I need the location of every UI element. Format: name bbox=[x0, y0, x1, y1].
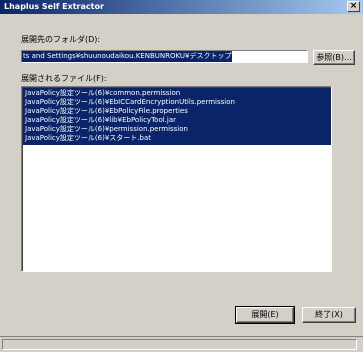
file-list[interactable]: JavaPolicy設定ツール(6)¥common.permission Jav… bbox=[21, 86, 332, 272]
close-button[interactable]: × bbox=[347, 1, 360, 12]
file-list-item[interactable]: JavaPolicy設定ツール(6)¥permission.permission bbox=[23, 125, 331, 134]
file-list-item[interactable]: JavaPolicy設定ツール(6)¥lib¥EbPolicyTool.jar bbox=[23, 116, 331, 125]
destination-folder-label: 展開先のフォルダ(D): bbox=[21, 35, 101, 44]
status-bar bbox=[0, 336, 363, 352]
file-list-item[interactable]: JavaPolicy設定ツール(6)¥common.permission bbox=[23, 89, 331, 98]
file-list-item[interactable]: JavaPolicy設定ツール(6)¥EbICCardEncryptionUti… bbox=[23, 98, 331, 107]
files-to-extract-label: 展開されるファイル(F): bbox=[21, 74, 107, 83]
extract-button[interactable]: 展開(E) bbox=[235, 306, 295, 324]
destination-folder-value: ts and Settings¥shuunoudaikou.KENBUNROKU… bbox=[22, 51, 233, 62]
close-icon: × bbox=[349, 1, 358, 11]
file-list-inner: JavaPolicy設定ツール(6)¥common.permission Jav… bbox=[22, 87, 331, 271]
exit-button[interactable]: 終了(X) bbox=[302, 307, 356, 323]
browse-button[interactable]: 参照(B)... bbox=[313, 50, 355, 65]
file-list-item[interactable]: JavaPolicy設定ツール(6)¥EbPolicyFile.properti… bbox=[23, 107, 331, 116]
extractor-window: Lhaplus Self Extractor × 展開先のフォルダ(D): ts… bbox=[0, 0, 363, 352]
title-bar[interactable]: Lhaplus Self Extractor × bbox=[0, 0, 363, 14]
status-pane bbox=[2, 339, 357, 350]
destination-folder-input[interactable]: ts and Settings¥shuunoudaikou.KENBUNROKU… bbox=[21, 50, 308, 63]
window-title: Lhaplus Self Extractor bbox=[4, 2, 104, 11]
file-list-item[interactable]: JavaPolicy設定ツール(6)¥スタート.bat bbox=[23, 134, 331, 143]
